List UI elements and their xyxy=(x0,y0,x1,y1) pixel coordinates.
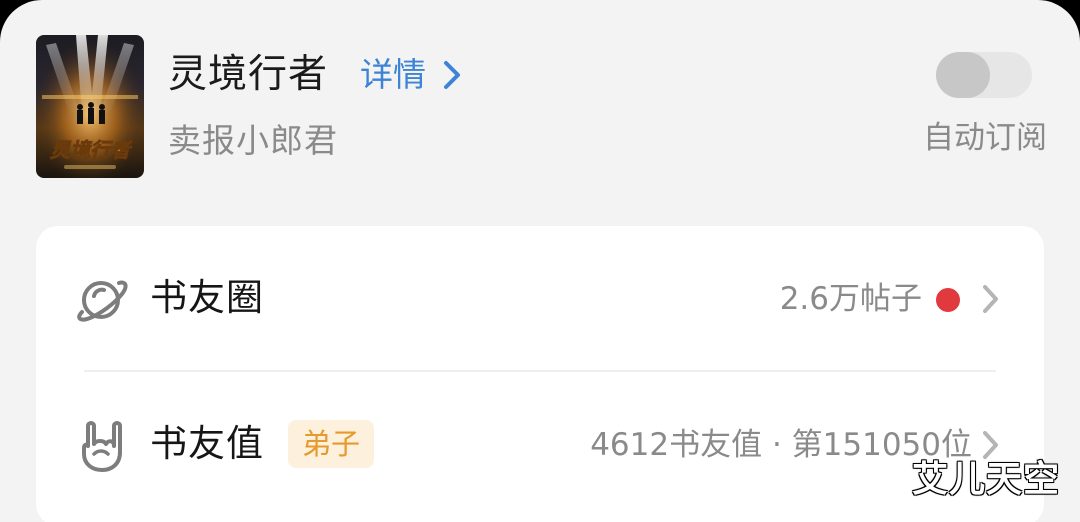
book-circle-posts: 2.6万帖子 xyxy=(779,281,922,317)
chevron-right-icon xyxy=(983,431,998,459)
row-book-circle[interactable]: 书友圈 2.6万帖子 xyxy=(36,226,1044,370)
toggle-knob xyxy=(936,52,990,98)
auto-subscribe-label: 自动订阅 xyxy=(923,120,1047,156)
detail-link-label: 详情 xyxy=(360,55,426,94)
community-card: 书友圈 2.6万帖子 书友值 弟子 4612书友值 · 第151050位 xyxy=(36,226,1044,522)
chevron-right-icon xyxy=(983,285,998,313)
planet-icon xyxy=(77,280,128,322)
row-fan-value[interactable]: 书友值 弟子 4612书友值 · 第151050位 xyxy=(36,372,1044,516)
book-title: 灵境行者 xyxy=(168,52,329,97)
detail-link[interactable]: 详情 xyxy=(360,52,462,98)
fan-level-badge: 弟子 xyxy=(288,420,375,468)
watermark-text: 艾儿天空 xyxy=(912,459,1061,500)
fan-value-label: 书友值 xyxy=(150,422,264,465)
book-cover-image[interactable]: 灵境行者 xyxy=(36,35,144,178)
new-post-dot xyxy=(936,288,960,312)
book-circle-label: 书友圈 xyxy=(150,276,264,319)
book-cover-art: 灵境行者 xyxy=(36,35,144,178)
rock-hand-icon xyxy=(82,421,122,472)
book-author: 卖报小郎君 xyxy=(168,121,338,160)
book-info-sheet: 灵境行者 灵境行者 详情 卖报小郎君 自动订阅 书友圈 2.6万帖子 书友值 弟… xyxy=(0,0,1080,522)
cover-title-text: 灵境行者 xyxy=(50,139,133,162)
chevron-right-icon xyxy=(444,61,460,89)
auto-subscribe-toggle[interactable] xyxy=(936,52,1032,98)
